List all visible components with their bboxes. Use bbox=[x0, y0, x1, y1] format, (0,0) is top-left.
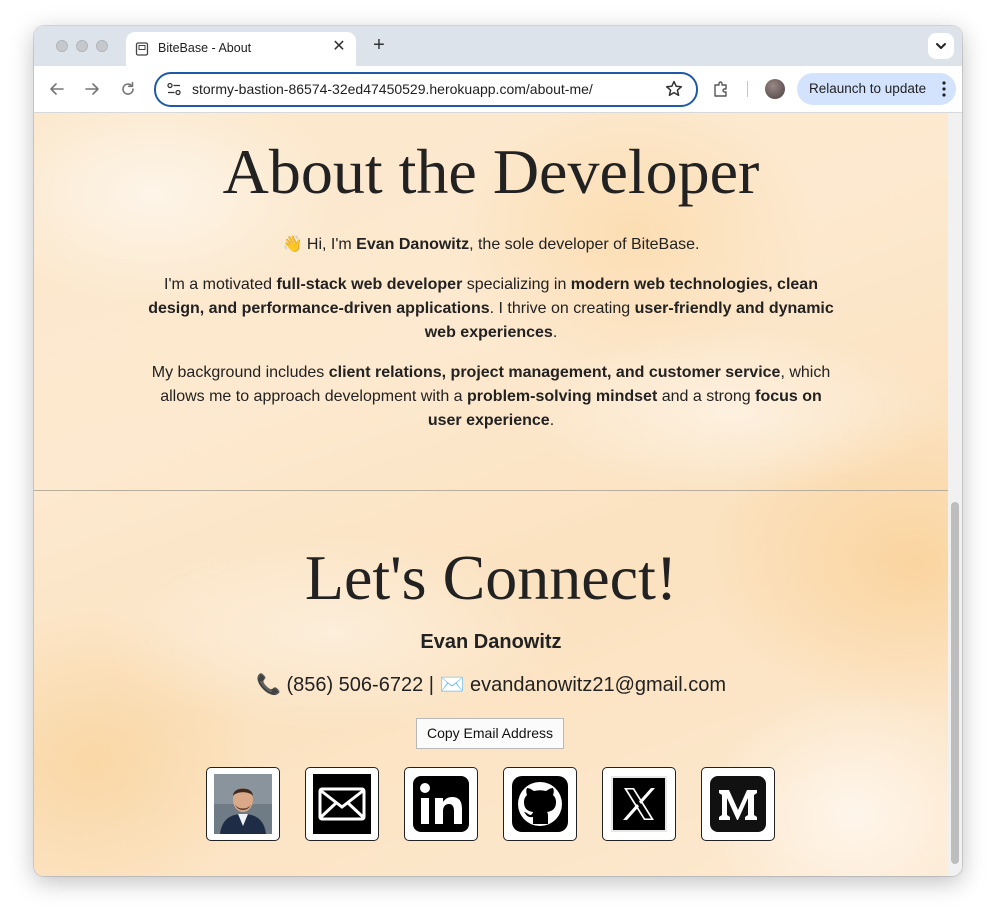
section-divider bbox=[34, 490, 948, 491]
linkedin-link[interactable] bbox=[404, 767, 478, 841]
toolbar-separator bbox=[747, 81, 748, 97]
x-twitter-link[interactable] bbox=[602, 767, 676, 841]
relaunch-label: Relaunch to update bbox=[809, 81, 927, 96]
bookmark-star-icon[interactable] bbox=[664, 79, 684, 99]
linkedin-icon bbox=[413, 776, 469, 832]
github-link[interactable] bbox=[503, 767, 577, 841]
maximize-window-dot[interactable] bbox=[96, 40, 108, 52]
new-tab-button[interactable]: + bbox=[368, 34, 390, 56]
email-link[interactable] bbox=[305, 767, 379, 841]
tab-search-button[interactable] bbox=[928, 33, 954, 59]
close-icon[interactable]: ✕ bbox=[330, 38, 348, 56]
phone-number[interactable]: (856) 506-6722 bbox=[286, 674, 423, 696]
chevron-down-icon bbox=[936, 43, 946, 49]
relaunch-to-update-button[interactable]: Relaunch to update bbox=[797, 73, 956, 105]
envelope-icon bbox=[313, 774, 371, 834]
site-settings-icon[interactable] bbox=[166, 81, 182, 97]
profile-avatar[interactable] bbox=[765, 79, 785, 99]
profile-photo-icon bbox=[214, 774, 272, 834]
skills-paragraph: I'm a motivated full-stack web developer… bbox=[148, 276, 834, 341]
browser-toolbar: stormy-bastion-86574-32ed47450529.heroku… bbox=[34, 66, 962, 113]
page-content: About the Developer 👋 Hi, I'm Evan Danow… bbox=[34, 113, 948, 876]
more-menu-icon[interactable] bbox=[942, 81, 946, 97]
email-address[interactable]: evandanowitz21@gmail.com bbox=[470, 674, 726, 696]
address-bar[interactable]: stormy-bastion-86574-32ed47450529.heroku… bbox=[154, 72, 698, 107]
contact-separator: | bbox=[428, 674, 434, 696]
contact-name: Evan Danowitz bbox=[420, 631, 562, 653]
browser-window: BiteBase - About ✕ + stormy-bastion-8657… bbox=[34, 26, 962, 876]
contact-line: 📞 (856) 506-6722 | ✉️ evandanowitz21@gma… bbox=[34, 672, 948, 697]
phone-icon: 📞 bbox=[255, 674, 281, 696]
tab-strip: BiteBase - About ✕ + bbox=[34, 26, 962, 66]
connect-heading: Let's Connect! bbox=[304, 542, 678, 613]
waving-hand-icon: 👋 bbox=[282, 236, 303, 253]
medium-link[interactable] bbox=[701, 767, 775, 841]
minimize-window-dot[interactable] bbox=[76, 40, 88, 52]
reload-icon[interactable] bbox=[117, 78, 139, 100]
url-text: stormy-bastion-86574-32ed47450529.heroku… bbox=[192, 81, 593, 97]
github-icon bbox=[512, 776, 568, 832]
envelope-icon: ✉️ bbox=[439, 674, 465, 696]
forward-arrow-icon[interactable] bbox=[81, 78, 103, 100]
x-logo-icon bbox=[611, 776, 667, 832]
intro-paragraph: 👋 Hi, I'm Evan Danowitz, the sole develo… bbox=[282, 236, 700, 253]
scrollbar-thumb[interactable] bbox=[951, 502, 959, 864]
medium-icon bbox=[710, 776, 766, 832]
background-paragraph: My background includes client relations,… bbox=[151, 364, 831, 429]
back-arrow-icon[interactable] bbox=[46, 78, 68, 100]
tab-title: BiteBase - About bbox=[158, 41, 252, 55]
tab-bitebase-about[interactable]: BiteBase - About ✕ bbox=[126, 32, 356, 66]
profile-photo-link[interactable] bbox=[206, 767, 280, 841]
book-icon bbox=[135, 42, 149, 56]
extensions-puzzle-icon[interactable] bbox=[711, 79, 731, 99]
copy-email-button[interactable]: Copy Email Address bbox=[416, 718, 564, 749]
close-window-dot[interactable] bbox=[56, 40, 68, 52]
about-heading: About the Developer bbox=[222, 136, 760, 207]
page-scrollbar[interactable] bbox=[948, 113, 962, 876]
